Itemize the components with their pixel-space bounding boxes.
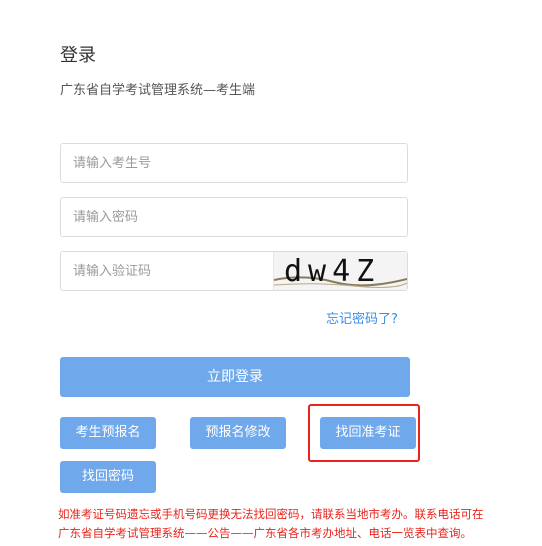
captcha-field[interactable]: dw4Z [60, 251, 408, 291]
retrieve-password-button[interactable]: 找回密码 [60, 461, 156, 493]
login-page: 登录 广东省自学考试管理系统—考生端 dw4Z 忘记密码了? 立即登录 考生预报… [0, 0, 542, 546]
retrieve-admission-ticket-button[interactable]: 找回准考证 [320, 417, 416, 449]
captcha-text: dw4Z [284, 254, 380, 289]
notice-line-2: 广东省自学考试管理系统——公告——广东省各市考办地址、电话一览表中查询。 [58, 526, 472, 540]
notice-line-1: 如准考证号码遗忘或手机号码更换无法找回密码，请联系当地市考办。联系电话可在 [58, 507, 484, 521]
captcha-image[interactable]: dw4Z [273, 252, 407, 290]
login-button[interactable]: 立即登录 [60, 357, 410, 397]
password-field[interactable] [60, 197, 408, 237]
modify-pre-register-button[interactable]: 预报名修改 [190, 417, 286, 449]
candidate-id-field[interactable] [60, 143, 408, 183]
captcha-input[interactable] [73, 252, 273, 290]
page-title: 登录 [60, 45, 96, 66]
candidate-id-input[interactable] [73, 144, 273, 182]
page-subtitle: 广东省自学考试管理系统—考生端 [60, 83, 256, 98]
password-input[interactable] [73, 198, 273, 236]
pre-register-button[interactable]: 考生预报名 [60, 417, 156, 449]
forgot-password-link[interactable]: 忘记密码了? [326, 308, 398, 327]
notice-text: 如准考证号码遗忘或手机号码更换无法找回密码，请联系当地市考办。联系电话可在 广东… [58, 505, 528, 543]
